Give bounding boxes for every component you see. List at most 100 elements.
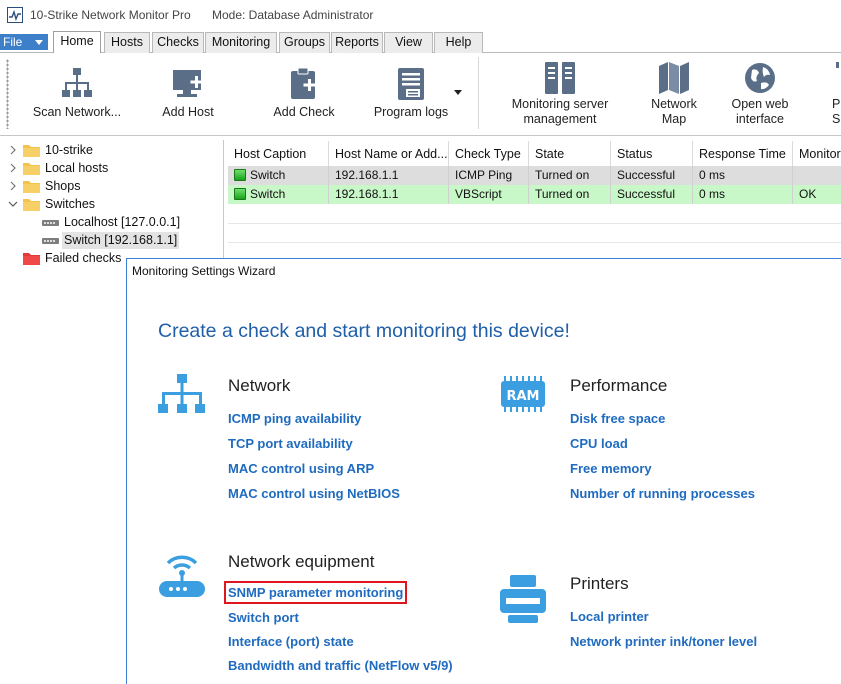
- tab-monitoring[interactable]: Monitoring: [205, 32, 277, 53]
- checks-table: Host Caption Host Name or Add... Check T…: [228, 140, 841, 260]
- tree-item-label: Localhost [127.0.0.1]: [64, 215, 181, 229]
- switch-device-icon: [42, 220, 59, 226]
- program-logs-dropdown-icon[interactable]: [454, 90, 462, 95]
- cell-caption: Switch: [250, 168, 286, 182]
- interface-state-link[interactable]: Interface (port) state: [228, 634, 354, 649]
- status-ok-icon: [234, 188, 246, 200]
- chevron-right-icon[interactable]: [8, 145, 18, 155]
- cell-check-type: ICMP Ping: [449, 166, 529, 185]
- network-icon: [158, 374, 205, 413]
- folder-icon: [23, 163, 40, 175]
- folder-icon: [23, 145, 40, 157]
- cell-monitor: [793, 166, 841, 185]
- wizard-headline: Create a check and start monitoring this…: [158, 320, 570, 342]
- switch-port-link[interactable]: Switch port: [228, 610, 299, 625]
- add-check-button[interactable]: Add Check: [266, 53, 342, 133]
- chevron-right-icon[interactable]: [8, 181, 18, 191]
- mode-label: Mode: Database Administrator: [212, 8, 374, 22]
- cell-monitor: OK: [799, 187, 817, 201]
- tab-reports[interactable]: Reports: [331, 32, 383, 53]
- cell-host: 192.168.1.1: [329, 166, 449, 185]
- cell-host: 192.168.1.1: [329, 185, 449, 204]
- failed-folder-icon: [23, 253, 40, 265]
- monitoring-server-label-2: management: [523, 112, 597, 126]
- running-processes-link[interactable]: Number of running processes: [570, 486, 755, 501]
- tree-item-label: Switches: [45, 197, 96, 211]
- tab-checks[interactable]: Checks: [152, 32, 204, 53]
- globe-icon: [745, 63, 775, 93]
- icmp-ping-link[interactable]: ICMP ping availability: [228, 411, 361, 426]
- add-check-icon: [291, 67, 316, 99]
- web-interface-label-2: interface: [736, 112, 784, 126]
- free-memory-link[interactable]: Free memory: [570, 461, 652, 476]
- folder-icon: [23, 181, 40, 193]
- file-menu-button[interactable]: File: [0, 34, 48, 50]
- network-scan-icon: [62, 68, 92, 97]
- chevron-down-icon[interactable]: [8, 199, 18, 209]
- cut-off-label-1: Pr: [832, 97, 841, 111]
- column-header[interactable]: Monitor: [793, 141, 841, 167]
- add-host-label: Add Host: [162, 105, 214, 119]
- program-settings-button[interactable]: Pr S: [826, 53, 841, 133]
- ribbon-toolbar: Scan Network... Add Host Add Check Progr…: [0, 53, 841, 136]
- server-icon: [545, 62, 575, 94]
- file-menu-label: File: [3, 35, 23, 49]
- mac-arp-link[interactable]: MAC control using ARP: [228, 461, 374, 476]
- local-printer-link[interactable]: Local printer: [570, 609, 649, 624]
- network-printer-toner-link[interactable]: Network printer ink/toner level: [570, 634, 757, 649]
- network-map-label-1: Network: [651, 97, 697, 111]
- toolbar-grip[interactable]: [6, 59, 9, 129]
- program-logs-button[interactable]: Program logs: [368, 53, 454, 133]
- ram-icon: RAM: [501, 376, 545, 412]
- tree-item-label: Switch [192.168.1.1]: [62, 232, 180, 249]
- disk-free-space-link[interactable]: Disk free space: [570, 411, 665, 426]
- cell-status: Successful: [611, 166, 693, 185]
- network-map-button[interactable]: Network Map: [640, 53, 708, 133]
- table-row[interactable]: Switch 192.168.1.1 ICMP Ping Turned on S…: [228, 166, 841, 185]
- tree-item-label: Failed checks: [45, 251, 122, 265]
- tab-hosts[interactable]: Hosts: [104, 32, 150, 53]
- column-header[interactable]: State: [529, 141, 611, 167]
- tab-help[interactable]: Help: [434, 32, 483, 53]
- tab-view[interactable]: View: [384, 32, 433, 53]
- monitoring-settings-wizard: Monitoring Settings Wizard Create a chec…: [126, 258, 841, 684]
- scan-network-label: Scan Network...: [32, 105, 122, 119]
- settings-icon: [836, 62, 839, 68]
- performance-section-title: Performance: [570, 376, 668, 395]
- tab-groups[interactable]: Groups: [279, 32, 330, 53]
- column-header[interactable]: Host Name or Add...: [329, 141, 449, 167]
- cell-response: 0 ms: [693, 166, 793, 185]
- web-interface-label-1: Open web: [731, 97, 789, 111]
- add-host-icon: [173, 70, 203, 97]
- monitoring-server-label-1: Monitoring server: [511, 97, 609, 111]
- mac-netbios-link[interactable]: MAC control using NetBIOS: [228, 486, 400, 501]
- scan-network-button[interactable]: Scan Network...: [30, 53, 124, 133]
- tree-item-label: Local hosts: [45, 161, 109, 175]
- chevron-down-icon: [35, 40, 43, 45]
- column-header[interactable]: Host Caption: [228, 141, 329, 167]
- add-host-button[interactable]: Add Host: [150, 53, 226, 133]
- chevron-right-icon[interactable]: [8, 163, 18, 173]
- cell-check-type: VBScript: [449, 185, 529, 204]
- network-section-title: Network: [228, 376, 291, 395]
- column-header[interactable]: Status: [611, 141, 693, 167]
- snmp-parameter-monitoring-link[interactable]: SNMP parameter monitoring: [223, 581, 408, 604]
- column-header[interactable]: Response Time: [693, 141, 793, 167]
- tcp-port-link[interactable]: TCP port availability: [228, 436, 353, 451]
- column-header[interactable]: Check Type: [449, 141, 529, 167]
- tree-item-label: Shops: [45, 179, 81, 193]
- table-row[interactable]: Switch 192.168.1.1 VBScript Turned on Su…: [228, 185, 841, 204]
- web-interface-button[interactable]: Open web interface: [722, 53, 798, 133]
- monitoring-server-button[interactable]: Monitoring server management: [505, 53, 615, 133]
- network-map-label-2: Map: [661, 112, 687, 126]
- program-logs-icon: [398, 68, 424, 100]
- router-icon: [159, 555, 205, 597]
- bandwidth-traffic-link[interactable]: Bandwidth and traffic (NetFlow v5/9): [228, 658, 453, 673]
- tab-home[interactable]: Home: [53, 31, 101, 53]
- tree-item-label: 10-strike: [45, 143, 93, 157]
- cell-state: Turned on: [529, 185, 611, 204]
- cell-response: 0 ms: [693, 185, 793, 204]
- map-icon: [659, 62, 689, 94]
- cpu-load-link[interactable]: CPU load: [570, 436, 628, 451]
- row-divider: [228, 242, 841, 243]
